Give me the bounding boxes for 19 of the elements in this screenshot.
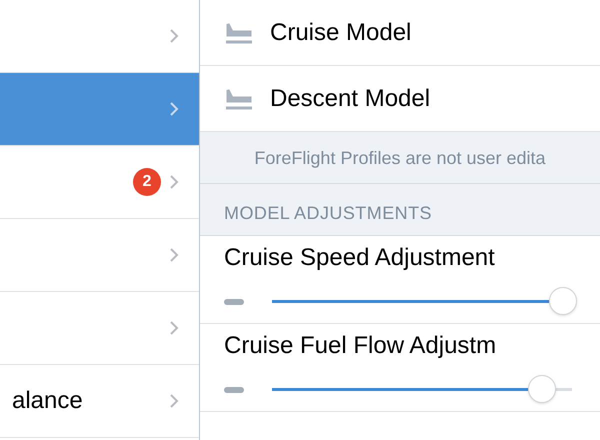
- model-label[interactable]: Descent Model: [270, 82, 430, 114]
- section-title: MODEL ADJUSTMENTS: [224, 202, 432, 225]
- chevron-icon: [169, 247, 179, 263]
- chevron-icon: [169, 393, 179, 409]
- slider-label: Cruise Fuel Flow Adjustm: [224, 330, 498, 360]
- sidebar-item[interactable]: [0, 73, 199, 146]
- minus-icon: [224, 298, 244, 304]
- sidebar-label: alance: [12, 386, 83, 416]
- chevron-icon: [169, 101, 179, 117]
- slider-thumb[interactable]: [528, 375, 556, 403]
- chevron-icon: [169, 174, 179, 190]
- model-label[interactable]: Cruise Model: [270, 16, 412, 48]
- slider-thumb[interactable]: [549, 287, 577, 315]
- note-text: ForeFlight Profiles are not user edita: [254, 146, 546, 170]
- count-badge: 2: [133, 168, 161, 196]
- chevron-icon: [169, 28, 179, 44]
- chevron-icon: [169, 320, 179, 336]
- slider-label: Cruise Speed Adjustment: [224, 242, 496, 272]
- minus-icon: [224, 386, 244, 392]
